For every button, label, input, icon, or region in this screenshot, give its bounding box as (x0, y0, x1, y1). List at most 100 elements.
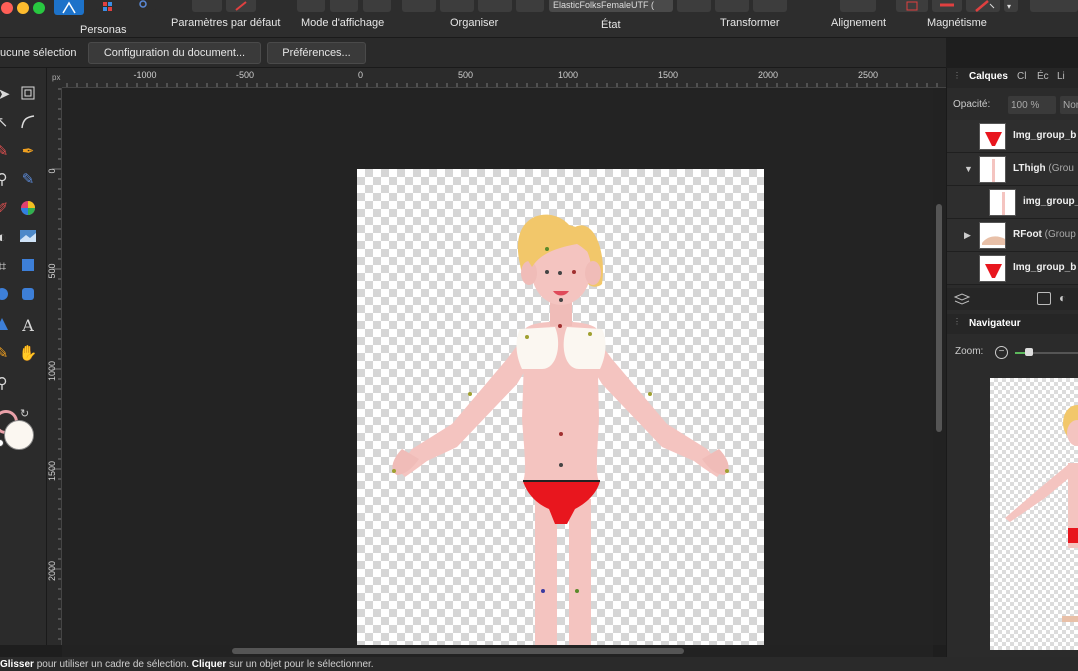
layer-name: LThigh (Grou (1013, 163, 1074, 174)
navigator-thumbnail (1005, 405, 1078, 622)
horizontal-scrollbar[interactable] (62, 645, 933, 657)
transform-flip-v-button[interactable] (715, 0, 749, 12)
document-artboard[interactable] (357, 169, 764, 645)
layer-row[interactable]: Img_group_b (947, 120, 1078, 153)
pixel-persona-button[interactable] (96, 0, 122, 12)
mask-layer-icon[interactable] (1037, 292, 1051, 305)
crop-tool-icon[interactable]: ⌗ (0, 257, 12, 277)
reset-colors-icon[interactable] (0, 439, 4, 447)
status-drag-word: Glisser (0, 659, 34, 670)
move-tool-icon[interactable]: ➤ (0, 85, 14, 105)
zoom-slider-thumb[interactable] (1025, 348, 1033, 356)
corner-tool-icon[interactable] (18, 113, 38, 133)
export-persona-button[interactable] (130, 0, 156, 12)
view-mode-pixel-button[interactable] (330, 0, 358, 12)
horizontal-scroll-thumb[interactable] (232, 648, 684, 654)
layer-row[interactable]: Img_group_b (947, 252, 1078, 285)
ruler-top-label: -1000 (133, 70, 156, 80)
navigator-preview[interactable] (990, 378, 1078, 650)
arrange-forward-button[interactable] (478, 0, 512, 12)
zoom-label: Zoom: (955, 346, 984, 357)
artboard-tool-icon[interactable] (18, 85, 38, 105)
alignment-button[interactable] (840, 0, 876, 12)
layers-stack-icon[interactable] (953, 292, 971, 306)
layer-row[interactable]: ▼ LThigh (Grou (947, 153, 1078, 186)
ruler-left-label: 1500 (47, 461, 57, 481)
pencil-tool-icon[interactable]: ✎ (0, 142, 12, 162)
text-tool-icon[interactable]: A (18, 316, 38, 336)
arrange-back-button[interactable] (402, 0, 436, 12)
fill-color-swatch[interactable] (4, 420, 34, 450)
zoom-out-icon[interactable]: − (995, 346, 1008, 359)
tab-lines[interactable]: Li (1057, 71, 1065, 82)
rectangle-tool-icon[interactable] (18, 257, 38, 277)
hand-tool-icon[interactable]: ✋ (18, 344, 38, 364)
snapping-dropdown-button[interactable]: ▾ (1004, 0, 1018, 12)
blend-mode-select[interactable]: Nor (1060, 96, 1078, 114)
female-character-illustration[interactable] (357, 169, 764, 645)
collapse-group-icon[interactable]: ▼ (964, 164, 973, 174)
layer-thumbnail (989, 189, 1016, 216)
adjustment-layer-icon[interactable]: ◐ (1059, 291, 1066, 305)
document-state-field[interactable]: ElasticFolksFemaleUTF ( (549, 0, 673, 12)
arrange-front-button[interactable] (516, 0, 544, 12)
left-ear (521, 261, 537, 285)
tab-navigator[interactable]: Navigateur (969, 318, 1021, 329)
eyedropper-tool-icon[interactable]: ✎ (0, 344, 12, 364)
defaults-fill-button[interactable] (192, 0, 222, 12)
ruler-unit: px (47, 68, 62, 88)
transform-label: Transformer (720, 17, 780, 29)
status-drag-text: pour utiliser un cadre de sélection. (33, 659, 192, 670)
ruler-left-label: 0 (47, 168, 57, 173)
transparency-tool-icon[interactable]: ◐ (0, 228, 12, 248)
tab-layers[interactable]: Calques (969, 71, 1008, 82)
left-leg (535, 499, 557, 645)
color-picker-icon[interactable] (18, 199, 38, 219)
view-mode-outline-button[interactable] (363, 0, 391, 12)
snapping-grid-button[interactable] (896, 0, 928, 12)
close-window-icon[interactable] (1, 2, 13, 14)
tab-colors[interactable]: Cl (1017, 71, 1026, 82)
designer-persona-button[interactable] (54, 0, 84, 15)
insert-button[interactable] (1030, 0, 1078, 12)
snapping-toggle-button[interactable] (932, 0, 962, 12)
tools-panel: ➤ ↖ ✎ ✒ ⚲ ✎ ✐ ◐ ⌗ A ✎ ✋ ⚲ ↻ (0, 68, 47, 645)
expand-group-icon[interactable]: ▶ (964, 230, 971, 241)
defaults-style-button[interactable] (226, 0, 256, 12)
opacity-field[interactable]: 100 % (1008, 96, 1056, 114)
arrange-backward-button[interactable] (440, 0, 474, 12)
ellipse-tool-icon[interactable] (0, 286, 12, 306)
ruler-left-label: 500 (47, 263, 57, 278)
view-mode-grid-button[interactable] (297, 0, 325, 12)
layer-row[interactable]: img_group_ (947, 186, 1078, 219)
minimize-window-icon[interactable] (17, 2, 29, 14)
zoom-slider[interactable] (1015, 348, 1078, 356)
zoom-tool-icon[interactable]: ⚲ (0, 374, 12, 394)
swap-colors-icon[interactable]: ↻ (20, 407, 29, 420)
triangle-tool-icon[interactable] (0, 316, 12, 336)
canvas-area[interactable] (62, 88, 933, 645)
zoom-left-tool-icon[interactable]: ⚲ (0, 170, 12, 190)
layer-name: img_group_ (1023, 196, 1078, 207)
preferences-button[interactable]: Préférences... (267, 42, 366, 64)
layer-thumbnail (979, 156, 1006, 183)
status-click-word: Cliquer (191, 659, 227, 670)
node-tool-icon[interactable]: ↖ (0, 113, 12, 133)
brush-defaults-icon (235, 1, 247, 11)
document-setup-button[interactable]: Configuration du document... (88, 42, 261, 64)
place-image-tool-icon[interactable] (18, 228, 38, 248)
rounded-rectangle-tool-icon[interactable] (18, 286, 38, 306)
layer-row[interactable]: ▶ RFoot (Group (947, 219, 1078, 252)
transform-flip-h-button[interactable] (677, 0, 711, 12)
pen-tool-icon[interactable]: ✒ (18, 142, 38, 162)
fill-tool-icon[interactable]: ✐ (0, 199, 12, 219)
tab-swatches[interactable]: Éc (1037, 71, 1049, 82)
vertical-scrollbar[interactable] (933, 88, 946, 645)
vertical-scroll-thumb[interactable] (936, 204, 942, 432)
layer-name: Img_group_b (1013, 130, 1077, 141)
transform-rotate-button[interactable] (753, 0, 787, 12)
vector-brush-tool-icon[interactable]: ✎ (18, 170, 38, 190)
layers-footer: ◐ (947, 288, 1078, 310)
snapping-options-button[interactable] (966, 0, 1000, 12)
zoom-window-icon[interactable] (33, 2, 45, 14)
